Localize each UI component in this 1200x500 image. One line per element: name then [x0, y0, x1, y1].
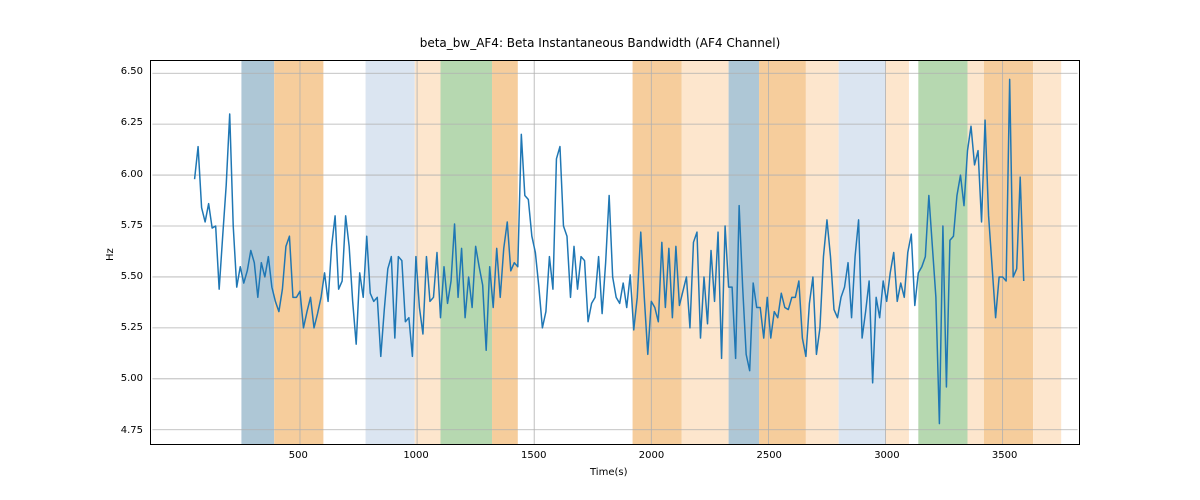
y-tick-label: 6.00: [121, 169, 143, 180]
y-axis-label: Hz: [105, 248, 116, 261]
x-tick-label: 3500: [990, 450, 1020, 461]
y-tick-label: 5.25: [121, 322, 143, 333]
chart-axes: [150, 60, 1080, 445]
highlight-span: [241, 61, 274, 444]
highlight-span: [968, 61, 984, 444]
x-tick-label: 2000: [636, 450, 666, 461]
highlight-span: [886, 61, 909, 444]
x-axis-label: Time(s): [590, 467, 628, 478]
highlight-span: [441, 61, 493, 444]
highlight-span: [682, 61, 729, 444]
x-tick-label: 3000: [872, 450, 902, 461]
chart-title: beta_bw_AF4: Beta Instantaneous Bandwidt…: [0, 36, 1200, 50]
y-tick-label: 5.75: [121, 220, 143, 231]
x-tick-label: 1500: [519, 450, 549, 461]
x-tick-label: 500: [283, 450, 313, 461]
x-tick-label: 2500: [754, 450, 784, 461]
y-tick-label: 6.25: [121, 117, 143, 128]
y-tick-label: 5.00: [121, 373, 143, 384]
figure: beta_bw_AF4: Beta Instantaneous Bandwidt…: [0, 0, 1200, 500]
x-tick-label: 1000: [401, 450, 431, 461]
highlight-span: [729, 61, 759, 444]
highlight-span: [366, 61, 415, 444]
y-tick-label: 6.50: [121, 66, 143, 77]
highlight-span: [1033, 61, 1061, 444]
highlight-span: [839, 61, 886, 444]
highlight-span: [806, 61, 839, 444]
y-tick-label: 4.75: [121, 425, 143, 436]
highlight-span: [759, 61, 806, 444]
y-tick-label: 5.50: [121, 271, 143, 282]
highlight-span: [274, 61, 323, 444]
